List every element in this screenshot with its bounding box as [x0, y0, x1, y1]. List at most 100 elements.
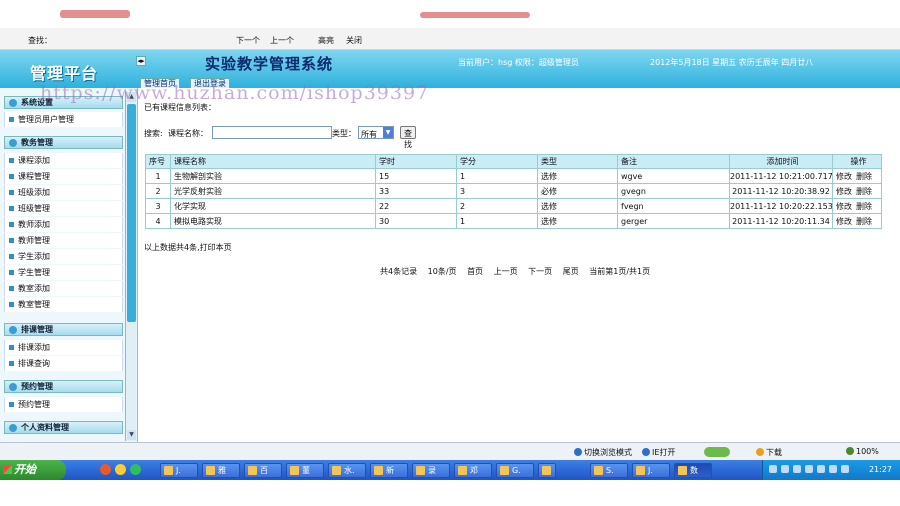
tray-icon[interactable]: [781, 465, 789, 473]
pager-next-link[interactable]: 下一页: [528, 267, 552, 276]
sidebar-item-course-manage[interactable]: 课程管理: [4, 169, 123, 184]
sidebar-section-schedule[interactable]: 排课管理: [4, 323, 123, 336]
search-button[interactable]: 查找: [400, 126, 416, 149]
sidebar-section-profile[interactable]: 个人资料管理: [4, 421, 123, 434]
edit-link[interactable]: 修改: [836, 217, 852, 226]
compat-mode-button[interactable]: 切换浏览模式: [574, 447, 632, 458]
sidebar-item-class-manage[interactable]: 班级管理: [4, 201, 123, 216]
course-name-input[interactable]: [212, 126, 332, 139]
sidebar-toggle-icon[interactable]: ◂▸: [136, 56, 146, 66]
quicklaunch-app-icon[interactable]: [130, 464, 141, 475]
type-select-value: 所有: [361, 130, 377, 139]
tray-icon[interactable]: [769, 465, 777, 473]
cell-type: 必修: [537, 183, 618, 199]
task-button[interactable]: 水.: [328, 463, 366, 478]
task-button[interactable]: 录: [412, 463, 450, 478]
cell-credits: 2: [456, 198, 538, 214]
delete-link[interactable]: 删除: [856, 172, 872, 181]
task-button[interactable]: 百: [244, 463, 282, 478]
delete-link[interactable]: 删除: [856, 217, 872, 226]
task-button[interactable]: J.: [632, 463, 670, 478]
section-title: 预约管理: [21, 382, 53, 391]
edit-link[interactable]: 修改: [836, 187, 852, 196]
find-next-button[interactable]: 下一个: [236, 35, 260, 46]
delete-link[interactable]: 删除: [856, 202, 872, 211]
pager: 共4条记录 10条/页 首页 上一页 下一页 尾页 当前第1页/共1页: [380, 266, 658, 277]
edit-link[interactable]: 修改: [836, 202, 852, 211]
search-label: 搜索:: [144, 129, 163, 138]
cell-course-name: 模拟电路实现: [170, 213, 376, 229]
task-button[interactable]: 邓: [454, 463, 492, 478]
sidebar-item-student-manage[interactable]: 学生管理: [4, 265, 123, 280]
start-button[interactable]: 开始: [0, 460, 66, 480]
cell-type: 选修: [537, 213, 618, 229]
task-button[interactable]: G.: [496, 463, 534, 478]
section-title: 排课管理: [21, 325, 53, 334]
sidebar-item-teacher-add[interactable]: 教师添加: [4, 217, 123, 232]
system-title: 实验教学管理系统: [205, 55, 334, 73]
sidebar-item-admin-users[interactable]: 管理员用户管理: [4, 112, 123, 127]
task-button[interactable]: 新: [370, 463, 408, 478]
cell-added-time: 2011-11-12 10:20:22.153: [729, 198, 833, 214]
summary-text: 以上数据共4条,打印本页: [144, 243, 232, 252]
current-user: 当前用户：hsg 权限：超级管理员: [458, 58, 579, 67]
sidebar-item-student-add[interactable]: 学生添加: [4, 249, 123, 264]
col-header: 学分: [456, 154, 538, 169]
col-header: 课程名称: [170, 154, 376, 169]
task-button[interactable]: 雅: [202, 463, 240, 478]
cell-course-name: 生物解剖实验: [170, 168, 376, 184]
accelerator-toggle[interactable]: [704, 447, 730, 458]
table-row: 4 模拟电路实现 30 1 选修 gerger 2011-11-12 10:20…: [145, 213, 882, 229]
find-bar: 查找： 下一个 上一个 高亮 关闭: [0, 28, 900, 50]
taskbar: 开始 J. 雅 百 董 水. 新 录 邓 G. S. J. 数 21:27: [0, 460, 900, 480]
pager-first-link[interactable]: 首页: [467, 267, 483, 276]
sidebar-section-academic[interactable]: 教务管理: [4, 136, 123, 149]
task-button[interactable]: 董: [286, 463, 324, 478]
edit-link[interactable]: 修改: [836, 172, 852, 181]
task-button[interactable]: S.: [590, 463, 628, 478]
quicklaunch-app-icon[interactable]: [115, 464, 126, 475]
sidebar-item-course-add[interactable]: 课程添加: [4, 153, 123, 168]
sidebar-item-booking-manage[interactable]: 预约管理: [4, 397, 123, 412]
sidebar-item-schedule-query[interactable]: 排课查询: [4, 356, 123, 371]
pager-prev-link[interactable]: 上一页: [494, 267, 518, 276]
task-button[interactable]: J.: [160, 463, 198, 478]
cell-index: 4: [145, 213, 171, 229]
scroll-thumb[interactable]: [127, 104, 136, 322]
tray-icon[interactable]: [817, 465, 825, 473]
highlight-button[interactable]: 高亮: [318, 35, 334, 46]
ie-open-button[interactable]: IE打开: [642, 447, 675, 458]
download-icon: [756, 448, 764, 456]
sidebar-item-schedule-add[interactable]: 排课添加: [4, 340, 123, 355]
zoom-control[interactable]: 100%: [846, 447, 879, 456]
quicklaunch-browser-icon[interactable]: [100, 464, 111, 475]
sidebar-item-teacher-manage[interactable]: 教师管理: [4, 233, 123, 248]
pager-last-link[interactable]: 尾页: [563, 267, 579, 276]
find-prev-button[interactable]: 上一个: [270, 35, 294, 46]
table-row: 2 光学反射实验 33 3 必修 gvegn 2011-11-12 10:20:…: [145, 183, 882, 199]
delete-link[interactable]: 删除: [856, 187, 872, 196]
sidebar-scrollbar[interactable]: ▲ ▼: [125, 92, 137, 441]
sidebar-item-class-add[interactable]: 班级添加: [4, 185, 123, 200]
cell-course-name: 化学实现: [170, 198, 376, 214]
cell-actions: 修改 删除: [832, 183, 882, 199]
sidebar-item-room-manage[interactable]: 教室管理: [4, 297, 123, 312]
col-header: 备注: [617, 154, 730, 169]
zoom-label: 100%: [856, 447, 879, 456]
scroll-down-icon[interactable]: ▼: [127, 430, 136, 440]
tray-icon[interactable]: [805, 465, 813, 473]
sidebar-section-booking[interactable]: 预约管理: [4, 380, 123, 393]
task-button-active[interactable]: 数: [674, 463, 712, 478]
tray-icon[interactable]: [841, 465, 849, 473]
type-select[interactable]: 所有 ▼: [358, 126, 394, 139]
cell-remark: gerger: [617, 213, 730, 229]
tray-icon[interactable]: [829, 465, 837, 473]
pager-total: 共4条记录: [380, 267, 418, 276]
chevron-down-icon: ▼: [383, 127, 393, 138]
download-button[interactable]: 下载: [756, 447, 782, 458]
table-header-row: 序号 课程名称 学时 学分 类型 备注 添加时间 操作: [145, 154, 882, 169]
sidebar-item-room-add[interactable]: 教室添加: [4, 281, 123, 296]
find-close-button[interactable]: 关闭: [346, 35, 362, 46]
task-button[interactable]: [538, 463, 556, 478]
tray-icon[interactable]: [793, 465, 801, 473]
